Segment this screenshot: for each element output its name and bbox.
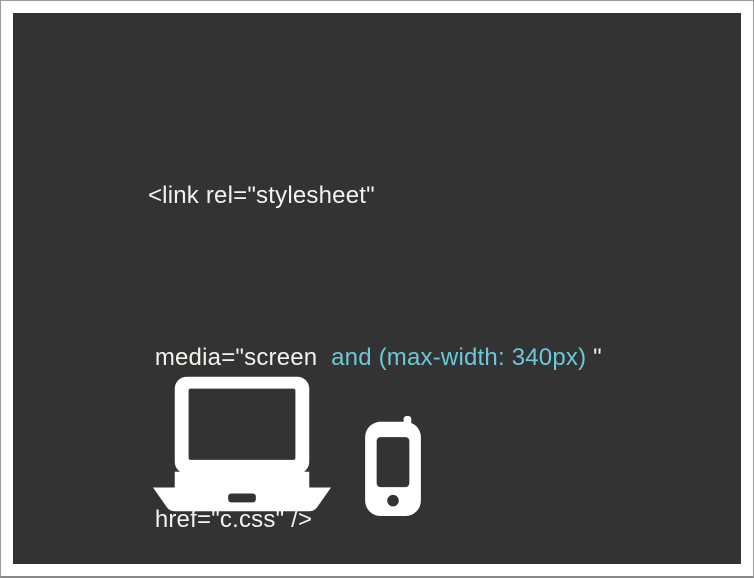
phone-icon (359, 416, 427, 516)
code-text: <link rel="stylesheet" (148, 182, 375, 209)
code-text: " (593, 344, 602, 371)
device-icons (153, 376, 427, 516)
slide-frame: <link rel="stylesheet" media="screen and… (0, 0, 754, 578)
code-text: media="screen (148, 344, 317, 371)
slide-body: <link rel="stylesheet" media="screen and… (13, 13, 741, 564)
laptop-icon (153, 376, 331, 516)
code-highlight: and (max-width: 340px) (317, 344, 593, 371)
